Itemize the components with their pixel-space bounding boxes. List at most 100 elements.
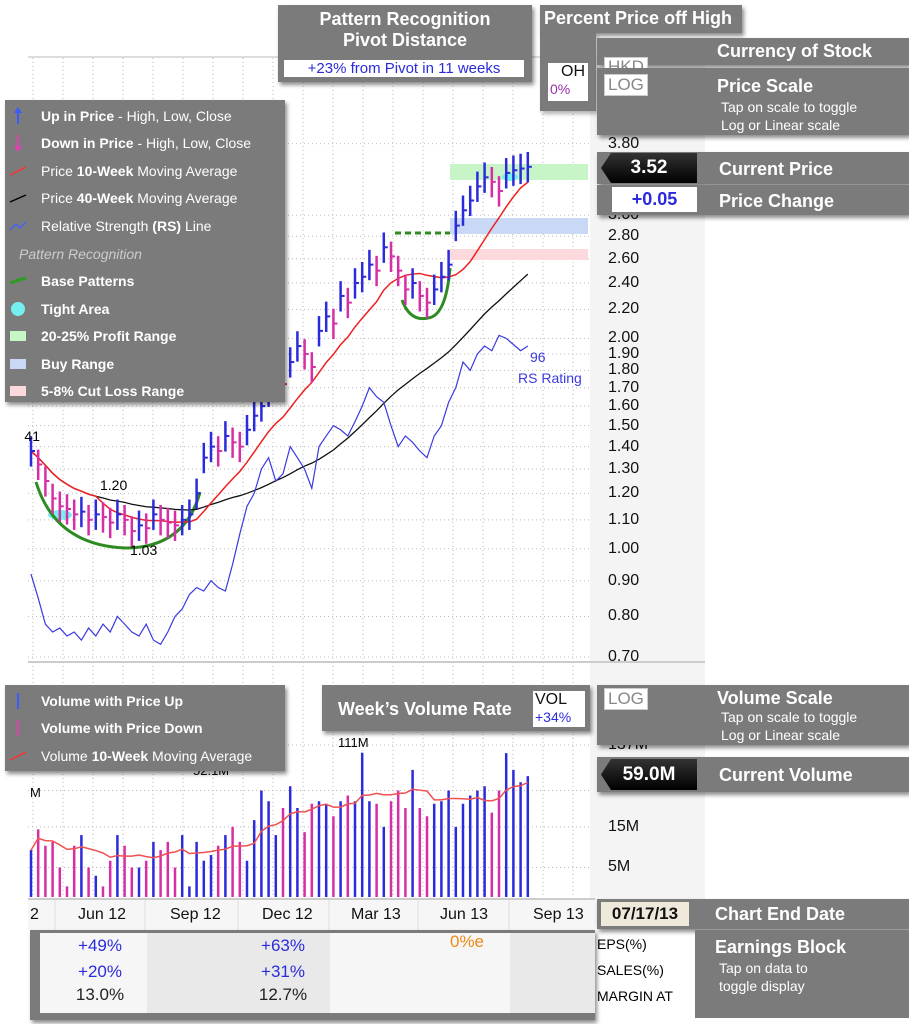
legend-text: Moving Average <box>133 190 238 207</box>
blue-swatch-icon <box>5 358 31 370</box>
annotation-title: Chart End Date <box>715 904 846 924</box>
date-tick: Mar 13 <box>351 906 401 923</box>
row-label-eps: EPS(%) <box>597 936 647 952</box>
margin-value[interactable]: 12.7% <box>243 985 323 1005</box>
buy-range <box>450 218 588 234</box>
up-arrow-icon <box>5 106 31 125</box>
price-tick[interactable]: 1.10 <box>608 511 639 529</box>
volume-scale-toggle[interactable]: LOG <box>604 688 648 710</box>
legend-text-bold: Buy Range <box>41 355 115 372</box>
price-tick[interactable]: 1.00 <box>608 540 639 558</box>
price-tick[interactable]: 3.80 <box>608 135 639 153</box>
volume-tick[interactable]: 5M <box>608 858 630 876</box>
price-tick[interactable]: 1.40 <box>608 438 639 456</box>
price-change-value: +0.05 <box>612 187 697 212</box>
eps-value[interactable]: +49% <box>60 936 140 956</box>
price-change-annotation: +0.05 Price Change <box>597 185 909 215</box>
legend-text: Price <box>41 162 77 179</box>
volume-rate-label: VOL <box>535 691 568 708</box>
price-tick[interactable]: 1.20 <box>608 484 639 502</box>
eps-estimate[interactable]: 0%e <box>427 932 507 952</box>
off-high-annotation: Percent Price off High <box>540 5 742 33</box>
annotation-title: Price Scale <box>717 76 814 96</box>
volume-rate-box[interactable]: VOL +34% <box>533 691 585 727</box>
earnings-annotation: Earnings Block Tap on data to toggle dis… <box>695 930 909 1018</box>
current-price-flag: 3.52 <box>601 153 697 183</box>
rs-rating-label: RS Rating <box>518 370 582 386</box>
legend-text-bold: 5-8% Cut Loss Range <box>41 383 185 400</box>
legend-item: 20-25% Profit Range <box>5 323 285 351</box>
price-scale-toggle[interactable]: LOG <box>604 74 648 96</box>
pivot-distance-annotation: Pattern Recognition Pivot Distance +23% … <box>278 5 532 82</box>
red-line-icon <box>5 165 31 177</box>
annotation-subtitle: Tap on scale to toggle <box>721 99 858 115</box>
price-tick[interactable]: 0.80 <box>608 607 639 625</box>
annotation-title: Current Price <box>719 159 834 179</box>
date-tick: 2 <box>30 906 39 923</box>
legend-text-bold: 10-Week <box>91 747 149 764</box>
legend-text: - High, Low, Close <box>114 107 232 124</box>
legend-text-bold: Down in Price <box>41 135 134 152</box>
eps-value[interactable]: +63% <box>243 936 323 956</box>
sales-value[interactable]: +31% <box>243 962 323 982</box>
price-tick[interactable]: 0.90 <box>608 572 639 590</box>
down-arrow-icon <box>5 134 31 153</box>
legend-item: 5-8% Cut Loss Range <box>5 378 285 406</box>
volume-rate-value: +34% <box>535 709 572 725</box>
legend-item: Volume 10-Week Moving Average <box>5 742 285 770</box>
legend-item: Buy Range <box>5 350 285 378</box>
tight-area <box>502 173 518 181</box>
price-tick[interactable]: 2.60 <box>608 250 639 268</box>
annotation-title: Price Change <box>719 191 835 211</box>
volume-peak-label: 111M <box>338 735 369 750</box>
price-tick[interactable]: 1.50 <box>608 417 639 435</box>
price-tick[interactable]: 2.20 <box>608 300 639 318</box>
legend-item: Base Patterns <box>5 268 285 296</box>
high-label: 1.20 <box>100 477 128 493</box>
row-label-sales: SALES(%) <box>597 962 664 978</box>
legend-section-title: Pattern Recognition <box>19 245 142 262</box>
sales-value[interactable]: +20% <box>60 962 140 982</box>
current-price-annotation: 3.52 Current Price <box>597 152 909 184</box>
legend-item: Relative Strength (RS) Line <box>5 212 285 240</box>
green-curve-icon <box>5 275 31 287</box>
legend-text-bold: (RS) <box>152 217 182 234</box>
price-tick[interactable]: 2.40 <box>608 274 639 292</box>
date-tick: Dec 12 <box>262 906 313 923</box>
annotation-title: Currency of Stock <box>717 41 873 61</box>
legend-text-bold: 20-25% Profit Range <box>41 328 177 345</box>
pivot-distance-value[interactable]: +23% from Pivot in 11 weeks <box>284 60 524 77</box>
annotation-subtitle: toggle display <box>719 978 805 994</box>
annotation-subtitle: Log or Linear scale <box>721 727 841 743</box>
annotation-title: Earnings Block <box>715 937 847 957</box>
price-tick[interactable]: 1.60 <box>608 397 639 415</box>
annotation-subtitle: Log or Linear scale <box>721 117 841 133</box>
rs-rating-value: 96 <box>530 349 546 365</box>
legend-text-bold: Volume with Price Down <box>41 720 203 737</box>
price-tick[interactable]: 1.30 <box>608 460 639 478</box>
volume-tick[interactable]: 15M <box>608 818 639 836</box>
price-tick[interactable]: 1.80 <box>608 361 639 379</box>
annotation-title: Current Volume <box>719 765 853 785</box>
date-tick: Sep 13 <box>533 906 584 923</box>
date-tick: Sep 12 <box>170 906 221 923</box>
margin-value[interactable]: 13.0% <box>60 985 140 1005</box>
price-tick[interactable]: 1.90 <box>608 345 639 363</box>
off-high-annotation-stem: OH 0% <box>540 33 596 111</box>
legend-text-bold: Tight Area <box>41 300 110 317</box>
current-volume-annotation: 59.0M Current Volume <box>597 757 909 792</box>
annotation-title: Pivot Distance <box>342 30 468 50</box>
price-tick[interactable]: 0.70 <box>608 648 639 666</box>
black-line-icon <box>5 192 31 204</box>
off-high-box[interactable]: OH 0% <box>548 63 588 101</box>
off-high-label: OH <box>561 63 585 80</box>
annotation-title: Volume Scale <box>717 688 833 708</box>
chart-end-date[interactable]: 07/17/13 <box>601 902 689 926</box>
price-tick[interactable]: 2.80 <box>608 227 639 245</box>
price-tick[interactable]: 1.70 <box>608 379 639 397</box>
legend-item: Down in Price - High, Low, Close <box>5 130 285 158</box>
off-high-value: 0% <box>550 81 571 97</box>
end-date-annotation: 07/17/13 Chart End Date <box>597 899 909 929</box>
currency-annotation: Currency of Stock HKD <box>597 38 909 77</box>
legend-text-bold: Base Patterns <box>41 273 135 290</box>
